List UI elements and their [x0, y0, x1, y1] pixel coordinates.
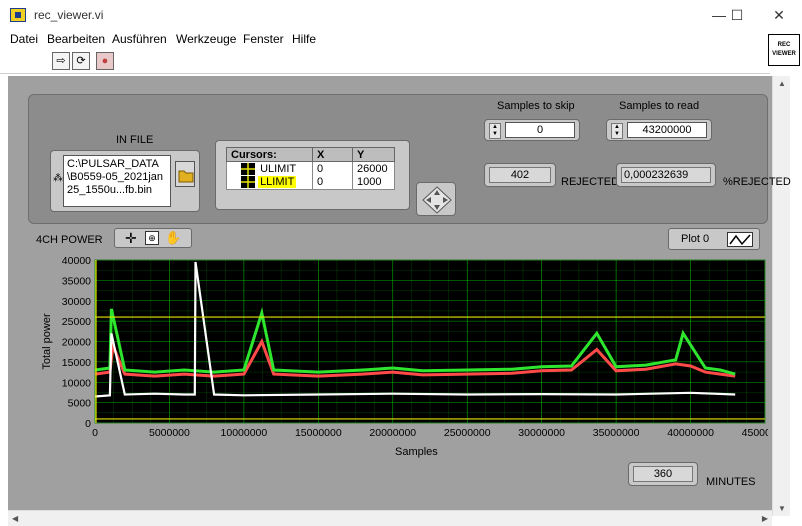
- samples-to-read-label: Samples to read: [619, 100, 700, 112]
- samples-to-read-field[interactable]: 43200000: [627, 122, 707, 138]
- cursor-name-cell: LLIMIT: [226, 175, 313, 190]
- path-ring-icon: ⁂: [53, 173, 63, 184]
- samples-to-read-control: ▲ ▼ 43200000: [606, 119, 712, 141]
- plot-line-icon: [727, 232, 753, 247]
- pct-rejected-label: %REJECTED: [723, 176, 791, 188]
- pct-rejected-indicator: 0,000232639: [616, 163, 716, 187]
- folder-icon: [178, 170, 194, 183]
- rejected-value: 402: [489, 167, 551, 183]
- y-tick-label: 10000: [62, 377, 91, 389]
- vertical-scrollbar[interactable]: ▲ ▼: [772, 76, 790, 516]
- horizontal-scrollbar[interactable]: ◀ ▶: [8, 510, 772, 526]
- y-tick-label: 35000: [62, 275, 91, 287]
- scroll-right-icon[interactable]: ▶: [762, 514, 768, 523]
- cursor-row-llimit[interactable]: LLIMIT 0 1000: [226, 175, 395, 190]
- cursor-header-name: Cursors:: [226, 147, 313, 162]
- menu-bar: Datei Bearbeiten Ausführen Werkzeuge Fen…: [0, 30, 802, 48]
- x-tick-label: 45000000: [742, 427, 768, 439]
- maximize-button[interactable]: ☐: [722, 4, 752, 26]
- menu-hilfe[interactable]: Hilfe: [292, 32, 316, 46]
- cursor-style-icon: [241, 176, 255, 189]
- y-tick-label: 25000: [62, 316, 91, 328]
- pan-hand-icon[interactable]: ✋: [165, 230, 181, 246]
- close-button[interactable]: ✕: [764, 4, 794, 26]
- menu-fenster[interactable]: Fenster: [243, 32, 284, 46]
- crosshair-tool-icon[interactable]: ✛: [125, 230, 137, 246]
- cursor-header-x: X: [312, 147, 353, 162]
- browse-button[interactable]: [175, 161, 195, 187]
- y-tick-label: 0: [85, 418, 91, 430]
- y-tick-label: 30000: [62, 296, 91, 308]
- x-tick-label: 25000000: [444, 427, 491, 439]
- window-title: rec_viewer.vi: [34, 8, 104, 22]
- badge-line-2: VIEWER: [772, 51, 796, 57]
- pct-rejected-value: 0,000232639: [621, 167, 711, 183]
- legend-plot-name: Plot 0: [681, 233, 710, 245]
- plot-legend[interactable]: Plot 0: [668, 228, 760, 250]
- scroll-left-icon[interactable]: ◀: [12, 514, 18, 523]
- y-tick-label: 15000: [62, 357, 91, 369]
- cursor-table: Cursors: X Y ULIMIT 0 26000 LLIMIT 0 100…: [226, 147, 395, 190]
- badge-line-1: REC: [777, 42, 791, 48]
- menu-datei[interactable]: Datei: [10, 32, 38, 46]
- cursor-y-value: 1000: [352, 175, 395, 190]
- x-tick-label: 15000000: [295, 427, 342, 439]
- diamond-nav-icon: [422, 186, 452, 214]
- zoom-tool-icon[interactable]: ⊕: [145, 231, 159, 245]
- outer-window-edge: [790, 76, 802, 526]
- x-tick-label: 20000000: [369, 427, 416, 439]
- menu-bearbeiten[interactable]: Bearbeiten: [47, 32, 105, 46]
- scroll-up-icon[interactable]: ▲: [778, 79, 786, 88]
- x-tick-label: 10000000: [221, 427, 268, 439]
- x-axis-label: Samples: [395, 446, 438, 458]
- graph-title: 4CH POWER: [36, 234, 103, 246]
- abort-button[interactable]: ●: [96, 52, 114, 70]
- menu-ausfuehren[interactable]: Ausführen: [112, 32, 167, 46]
- minutes-indicator: 360: [628, 462, 698, 486]
- rejected-indicator: 402: [484, 163, 556, 187]
- x-tick-label: 0: [92, 427, 98, 439]
- menu-werkzeuge[interactable]: Werkzeuge: [176, 32, 236, 46]
- cursor-movement-button[interactable]: [416, 182, 456, 216]
- cursor-y-value: 26000: [352, 161, 395, 176]
- x-tick-label: 40000000: [667, 427, 714, 439]
- read-increment-decrement[interactable]: ▲ ▼: [611, 123, 623, 139]
- graph-frame: 0 5000000 10000000 15000000 20000000 25000000…: [28, 250, 789, 458]
- y-tick-label: 40000: [62, 255, 91, 267]
- x-tick-label: 5000000: [149, 427, 190, 439]
- skip-increment-decrement[interactable]: ▲ ▼: [489, 123, 501, 139]
- cursor-row-ulimit[interactable]: ULIMIT 0 26000: [226, 161, 395, 176]
- y-tick-label: 20000: [62, 337, 91, 349]
- minutes-value: 360: [633, 466, 693, 482]
- samples-to-skip-control: ▲ ▼ 0: [484, 119, 580, 141]
- samples-to-skip-field[interactable]: 0: [505, 122, 575, 138]
- in-file-label: IN FILE: [116, 134, 154, 146]
- title-bar: rec_viewer.vi — ☐ ✕: [0, 0, 802, 30]
- toolbar: ⇨ ⟳ ●: [0, 48, 770, 74]
- x-tick-label: 35000000: [593, 427, 640, 439]
- cursor-x-value: 0: [312, 175, 353, 190]
- run-button[interactable]: ⇨: [52, 52, 70, 70]
- cursor-list: Cursors: X Y ULIMIT 0 26000 LLIMIT 0 100…: [215, 140, 410, 210]
- graph-palette: ✛ ⊕ ✋: [114, 228, 192, 248]
- cursor-name: ULIMIT: [260, 162, 297, 175]
- cursor-name: LLIMIT: [258, 176, 297, 189]
- minutes-label: MINUTES: [706, 476, 756, 488]
- scroll-down-icon[interactable]: ▼: [778, 504, 786, 513]
- x-tick-label: 30000000: [518, 427, 565, 439]
- in-file-path-field[interactable]: C:\PULSAR_DATA\B0559-05_2021jan25_1550u.…: [63, 155, 171, 207]
- cursor-header-y: Y: [352, 147, 395, 162]
- y-tick-label: 5000: [68, 398, 92, 410]
- samples-to-skip-label: Samples to skip: [497, 100, 575, 112]
- cursor-x-value: 0: [312, 161, 353, 176]
- labview-app-icon: [10, 8, 26, 22]
- y-axis-label: Total power: [41, 313, 53, 370]
- in-file-control: ⁂ C:\PULSAR_DATA\B0559-05_2021jan25_1550…: [50, 150, 200, 212]
- rec-viewer-icon: REC VIEWER: [768, 34, 800, 66]
- run-continuously-button[interactable]: ⟳: [72, 52, 90, 70]
- waveform-graph[interactable]: 0 5000000 10000000 15000000 20000000 25000000…: [28, 250, 789, 458]
- cursor-name-cell: ULIMIT: [226, 161, 313, 176]
- cursor-style-icon: [241, 162, 255, 175]
- rejected-label: REJECTED: [561, 176, 620, 188]
